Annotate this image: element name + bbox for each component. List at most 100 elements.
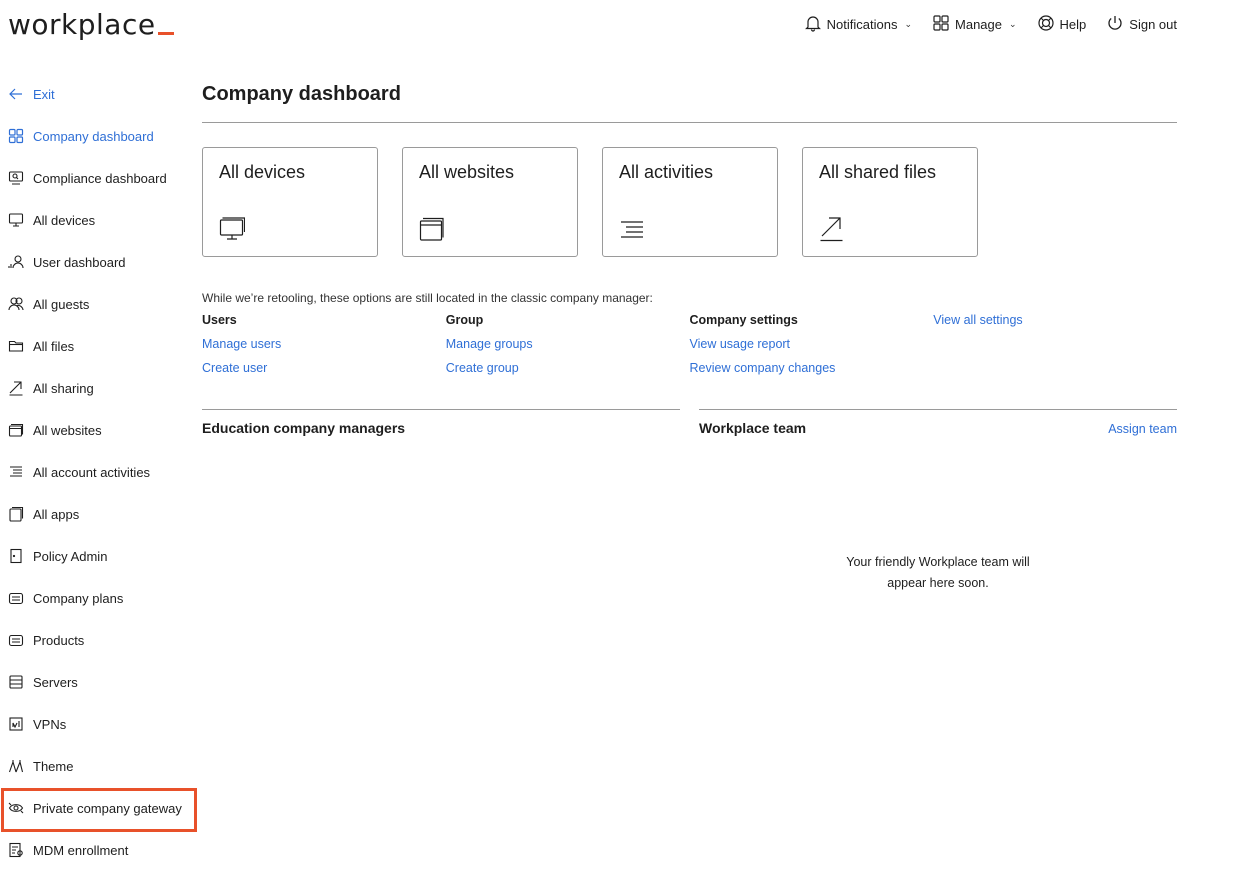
education-managers-panel: Education company managers (202, 409, 680, 594)
users-heading: Users (202, 313, 237, 327)
page-title: Company dashboard (202, 80, 1177, 123)
user-chart-icon (8, 254, 24, 270)
view-usage-report-link[interactable]: View usage report (690, 337, 934, 361)
share-arrow-icon (819, 216, 845, 242)
manage-users-link[interactable]: Manage users (202, 337, 446, 361)
manage-menu[interactable]: Manage ⌄ (932, 14, 1017, 35)
review-company-changes-link[interactable]: Review company changes (690, 361, 934, 385)
signout-link[interactable]: Sign out (1106, 14, 1177, 35)
sidebar-item-vpns[interactable]: VPNs (0, 703, 196, 745)
server-icon (8, 674, 24, 690)
monitor-search-icon (8, 170, 24, 186)
windows-icon (419, 216, 445, 242)
empty-message-line: Your friendly Workplace team will (846, 555, 1030, 569)
classic-manager-intro: While we’re retooling, these options are… (202, 291, 653, 305)
sidebar-item-label: All websites (33, 422, 102, 438)
sidebar-item-label: VPNs (33, 716, 67, 732)
sidebar-item-mdm-enrollment[interactable]: MDM enrollment (0, 829, 196, 870)
card-title: All shared files (819, 162, 937, 182)
sidebar-item-all-files[interactable]: All files (0, 325, 196, 367)
activity-lines-icon (619, 216, 645, 242)
logo-cursor (157, 32, 174, 35)
sidebar-item-label: Theme (33, 758, 74, 774)
sidebar-item-company-plans[interactable]: Company plans (0, 577, 196, 619)
sidebar-item-theme[interactable]: Theme (0, 745, 196, 787)
classic-manager-links: Users Manage users Create user Group Man… (202, 313, 1177, 385)
sidebar-item-label: All guests (33, 296, 90, 312)
theme-icon (8, 758, 24, 774)
card-all-shared-files[interactable]: All shared files (802, 147, 978, 257)
sidebar-item-all-sharing[interactable]: All sharing (0, 367, 196, 409)
workplace-logo[interactable]: workplace (8, 8, 174, 41)
signout-label: Sign out (1129, 17, 1177, 32)
monitor-icon (219, 216, 246, 242)
dashboard-cards: All devices All websites All activities … (202, 147, 1177, 257)
sidebar-item-label: All sharing (33, 380, 94, 396)
sidebar-item-label: All files (33, 338, 75, 354)
plans-icon (8, 590, 24, 606)
bell-icon (804, 14, 822, 35)
sidebar-item-label: All devices (33, 212, 96, 228)
sidebar-item-all-devices[interactable]: All devices (0, 199, 196, 241)
sidebar-item-all-account-activities[interactable]: All account activities (0, 451, 196, 493)
main-content: Company dashboard All devices All websit… (202, 80, 1177, 594)
products-icon (8, 632, 24, 648)
sidebar-item-label: Compliance dashboard (33, 170, 167, 186)
share-arrow-icon (8, 380, 24, 396)
sidebar-item-exit[interactable]: Exit (0, 73, 196, 115)
vpn-icon (8, 716, 24, 732)
grid-icon (932, 14, 950, 35)
card-all-devices[interactable]: All devices (202, 147, 378, 257)
sidebar-item-label: Policy Admin (33, 548, 108, 564)
gateway-icon (8, 800, 24, 816)
manage-groups-link[interactable]: Manage groups (446, 337, 690, 361)
company-settings-heading: Company settings (689, 313, 798, 327)
chevron-down-icon: ⌄ (1009, 19, 1017, 29)
view-all-settings-link[interactable]: View all settings (933, 313, 1177, 337)
sidebar-item-private-company-gateway[interactable]: Private company gateway (0, 787, 197, 832)
folder-icon (8, 338, 24, 354)
sidebar-item-label: Products (33, 632, 85, 648)
sidebar-item-all-apps[interactable]: All apps (0, 493, 196, 535)
sidebar-item-user-dashboard[interactable]: User dashboard (0, 241, 196, 283)
card-title: All devices (219, 162, 306, 182)
sidebar: Exit Company dashboard Compliance dashbo… (0, 73, 197, 870)
activity-lines-icon (8, 464, 24, 480)
sidebar-item-label: Company plans (33, 590, 124, 606)
notifications-label: Notifications (826, 17, 898, 32)
workplace-team-panel: Workplace team Assign team Your friendly… (699, 409, 1177, 594)
sidebar-item-label: Company dashboard (33, 128, 154, 144)
sidebar-item-label: All account activities (33, 464, 151, 480)
sidebar-item-company-dashboard[interactable]: Company dashboard (0, 115, 196, 157)
mdm-icon (8, 842, 24, 858)
help-link[interactable]: Help (1037, 14, 1087, 35)
company-settings-column: Company settings View usage report Revie… (690, 313, 934, 385)
card-title: All activities (619, 162, 714, 182)
sidebar-item-all-guests[interactable]: All guests (0, 283, 196, 325)
logo-text: workplace (8, 8, 156, 41)
sidebar-item-label: Exit (33, 86, 55, 102)
create-group-link[interactable]: Create group (446, 361, 690, 385)
top-navigation: Notifications ⌄ Manage ⌄ Help Sign out (804, 14, 1177, 35)
notifications-menu[interactable]: Notifications ⌄ (804, 14, 912, 35)
assign-team-link[interactable]: Assign team (1108, 422, 1177, 436)
sidebar-item-label: Servers (33, 674, 78, 690)
sidebar-item-label: User dashboard (33, 254, 126, 270)
sidebar-item-products[interactable]: Products (0, 619, 196, 661)
sidebar-item-compliance-dashboard[interactable]: Compliance dashboard (0, 157, 196, 199)
card-all-activities[interactable]: All activities (602, 147, 778, 257)
sidebar-item-label: Private company gateway (33, 800, 182, 816)
card-all-websites[interactable]: All websites (402, 147, 578, 257)
sidebar-item-servers[interactable]: Servers (0, 661, 196, 703)
chevron-down-icon: ⌄ (904, 19, 913, 29)
windows-icon (8, 422, 24, 438)
panel-title: Workplace team (699, 420, 807, 436)
door-icon (8, 548, 24, 564)
group-heading: Group (445, 313, 484, 327)
sidebar-item-all-websites[interactable]: All websites (0, 409, 196, 451)
sidebar-item-policy-admin[interactable]: Policy Admin (0, 535, 196, 577)
help-label: Help (1059, 17, 1087, 32)
create-user-link[interactable]: Create user (202, 361, 446, 385)
view-all-column: View all settings (933, 313, 1177, 385)
sidebar-item-label: MDM enrollment (33, 842, 129, 858)
